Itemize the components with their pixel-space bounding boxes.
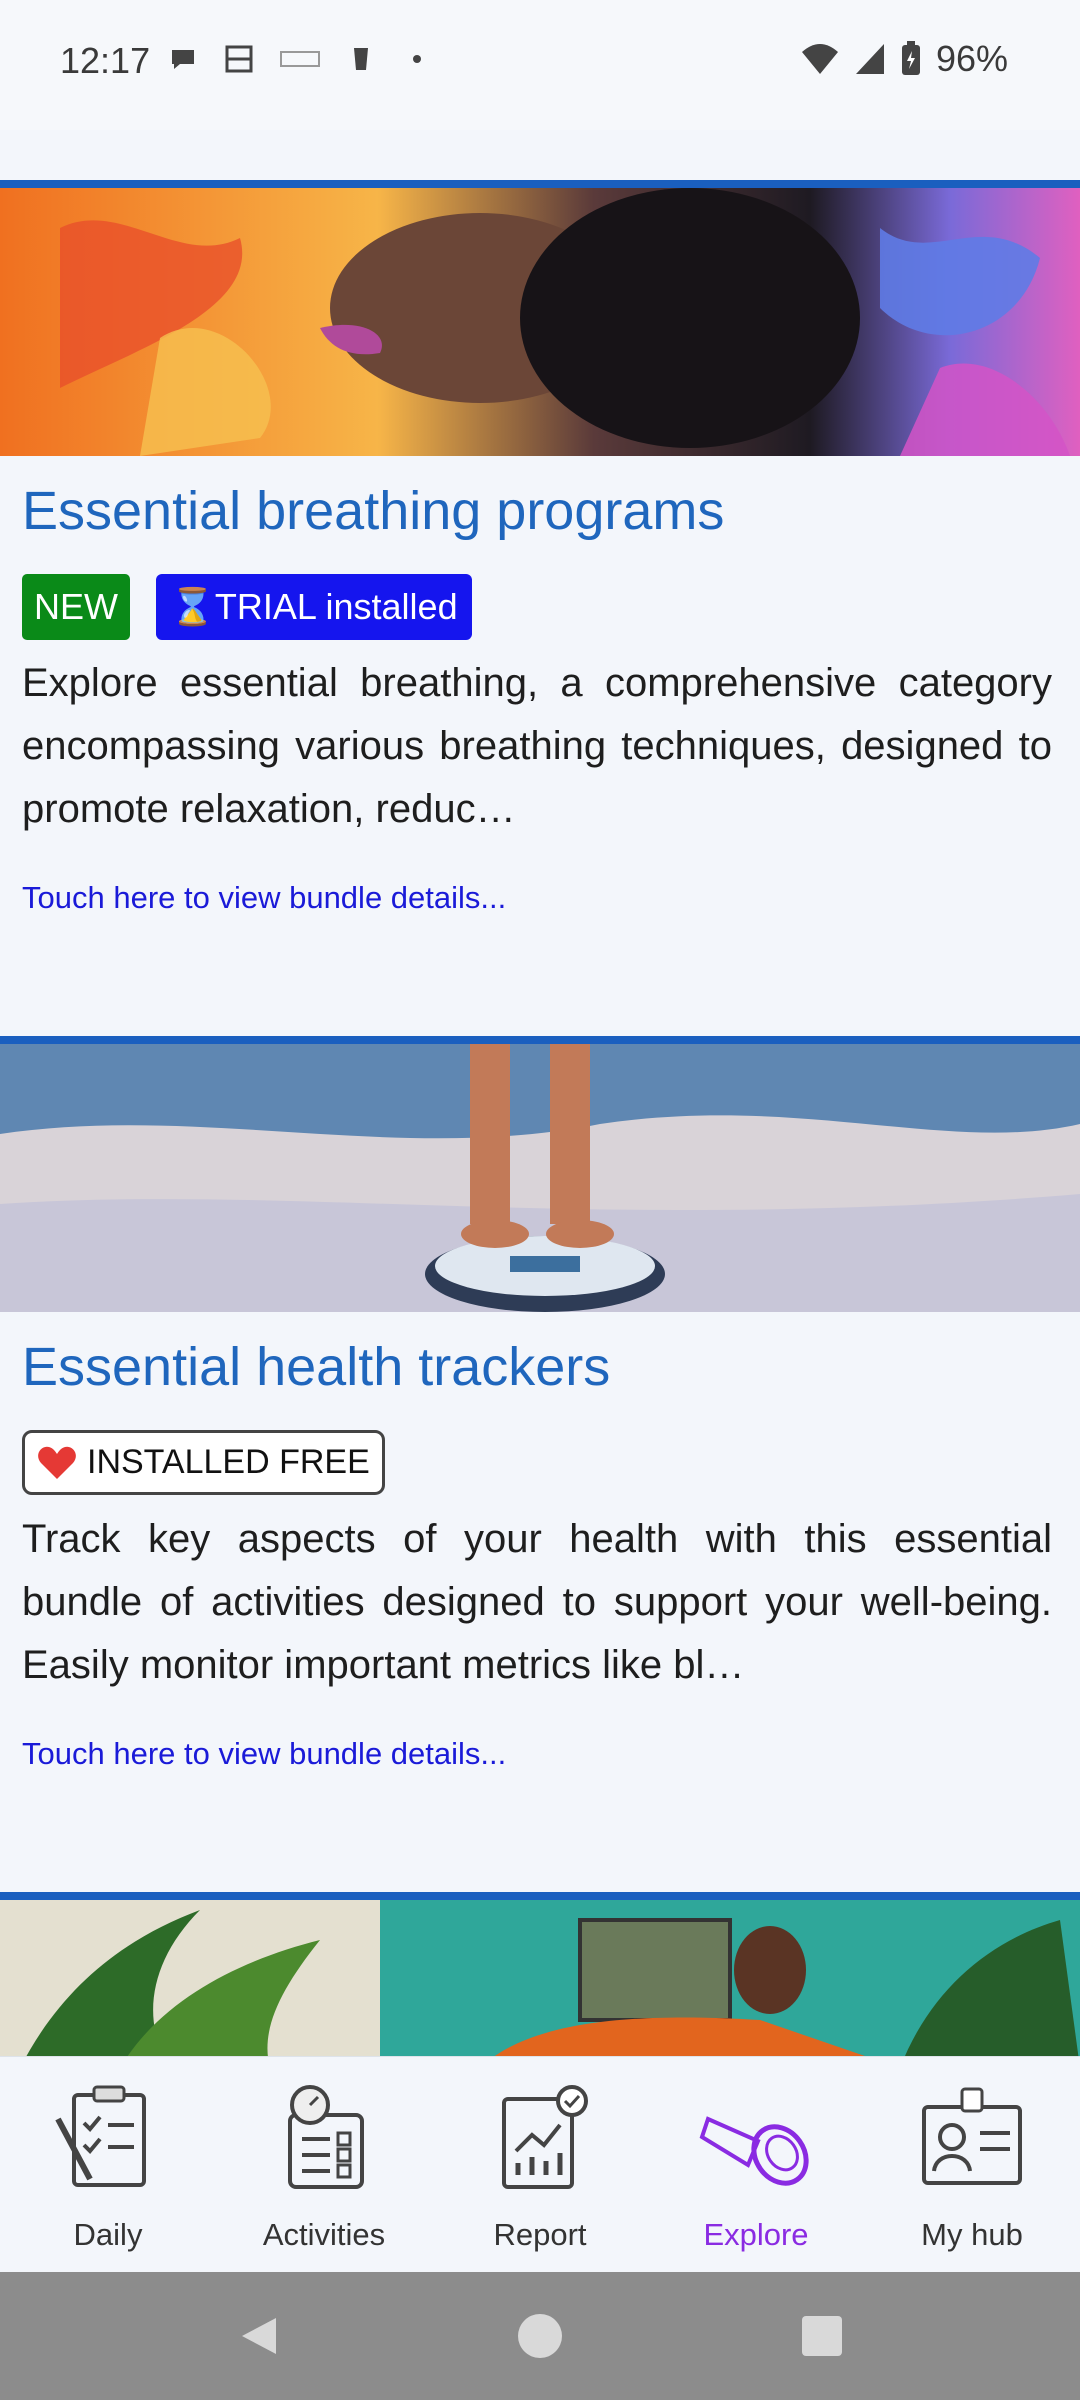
battery-icon [901, 41, 920, 75]
bundle-feed[interactable]: Essential breathing programs NEW ⌛TRIAL … [0, 180, 1080, 2092]
nav-item-report[interactable]: Report [432, 2057, 648, 2273]
nav-label: Report [493, 2217, 587, 2252]
app-logo-icon [225, 45, 253, 73]
wifi-icon [801, 44, 838, 74]
notification-icons [168, 44, 432, 74]
bundle-image-health[interactable] [0, 1044, 1080, 1312]
chart-report-icon [502, 2085, 588, 2189]
battery-percent: 96% [935, 38, 1008, 79]
back-icon[interactable] [238, 2314, 278, 2358]
flashlight-icon [699, 2116, 809, 2186]
bundle-description: Track key aspects of your health with th… [22, 1517, 1052, 1687]
home-icon[interactable] [517, 2313, 563, 2359]
heart-icon [38, 1446, 76, 1479]
view-bundle-details-link[interactable]: Touch here to view bundle details... [22, 1736, 506, 1772]
recents-icon[interactable] [802, 2316, 842, 2356]
installed-free-badge: INSTALLED FREE [22, 1430, 385, 1495]
cup-icon [354, 48, 368, 70]
painting-relaxing-image [0, 1900, 1080, 2068]
bundle-image-relax[interactable] [0, 1900, 1080, 2068]
clipboard-icon [55, 2085, 146, 2187]
bundle-card[interactable]: Essential health trackers INSTALLED FREE… [0, 1036, 1080, 1892]
chat-bubble-icon [172, 50, 194, 69]
nav-label: Daily [73, 2217, 143, 2252]
nav-item-explore[interactable]: Explore [648, 2057, 864, 2273]
status-bar: 12:17 96% [0, 0, 1080, 130]
system-status: 96% [800, 38, 1008, 80]
card-accent-bar [0, 1892, 1080, 1900]
status-time: 12:17 [60, 40, 151, 81]
bundle-card[interactable]: Essential breathing programs NEW ⌛TRIAL … [0, 180, 1080, 1036]
card-accent-bar [0, 180, 1080, 188]
system-navigation-bar [0, 2272, 1080, 2400]
dot-icon [413, 55, 421, 63]
nav-item-daily[interactable]: Daily [0, 2057, 216, 2273]
view-bundle-details-link[interactable]: Touch here to view bundle details... [22, 880, 506, 916]
bundle-title[interactable]: Essential health trackers [22, 1336, 610, 1398]
new-badge: NEW [22, 574, 130, 640]
badge-row: INSTALLED FREE [22, 1430, 385, 1495]
npr-icon [280, 51, 320, 67]
id-card-icon [922, 2087, 1022, 2185]
nav-item-activities[interactable]: Activities [216, 2057, 432, 2273]
bundle-description: Explore essential breathing, a comprehen… [22, 661, 1052, 831]
checklist-timer-icon [288, 2085, 364, 2189]
nav-label: Activities [262, 2217, 386, 2252]
badge-row: NEW ⌛TRIAL installed [22, 574, 472, 640]
card-accent-bar [0, 1036, 1080, 1044]
bundle-image-breathing[interactable] [0, 188, 1080, 456]
signal-icon [855, 44, 884, 74]
nav-label: Explore [703, 2217, 809, 2252]
nav-item-my-hub[interactable]: My hub [864, 2057, 1080, 2273]
bottom-navigation: Daily Activities Report Explore My hub [0, 2056, 1080, 2273]
nav-label: My hub [921, 2217, 1023, 2252]
bundle-title[interactable]: Essential breathing programs [22, 480, 724, 542]
trial-installed-badge: ⌛TRIAL installed [156, 574, 472, 640]
installed-free-label: INSTALLED FREE [87, 1443, 370, 1481]
painting-scale-image [0, 1044, 1080, 1312]
painting-face-image [0, 188, 1080, 456]
